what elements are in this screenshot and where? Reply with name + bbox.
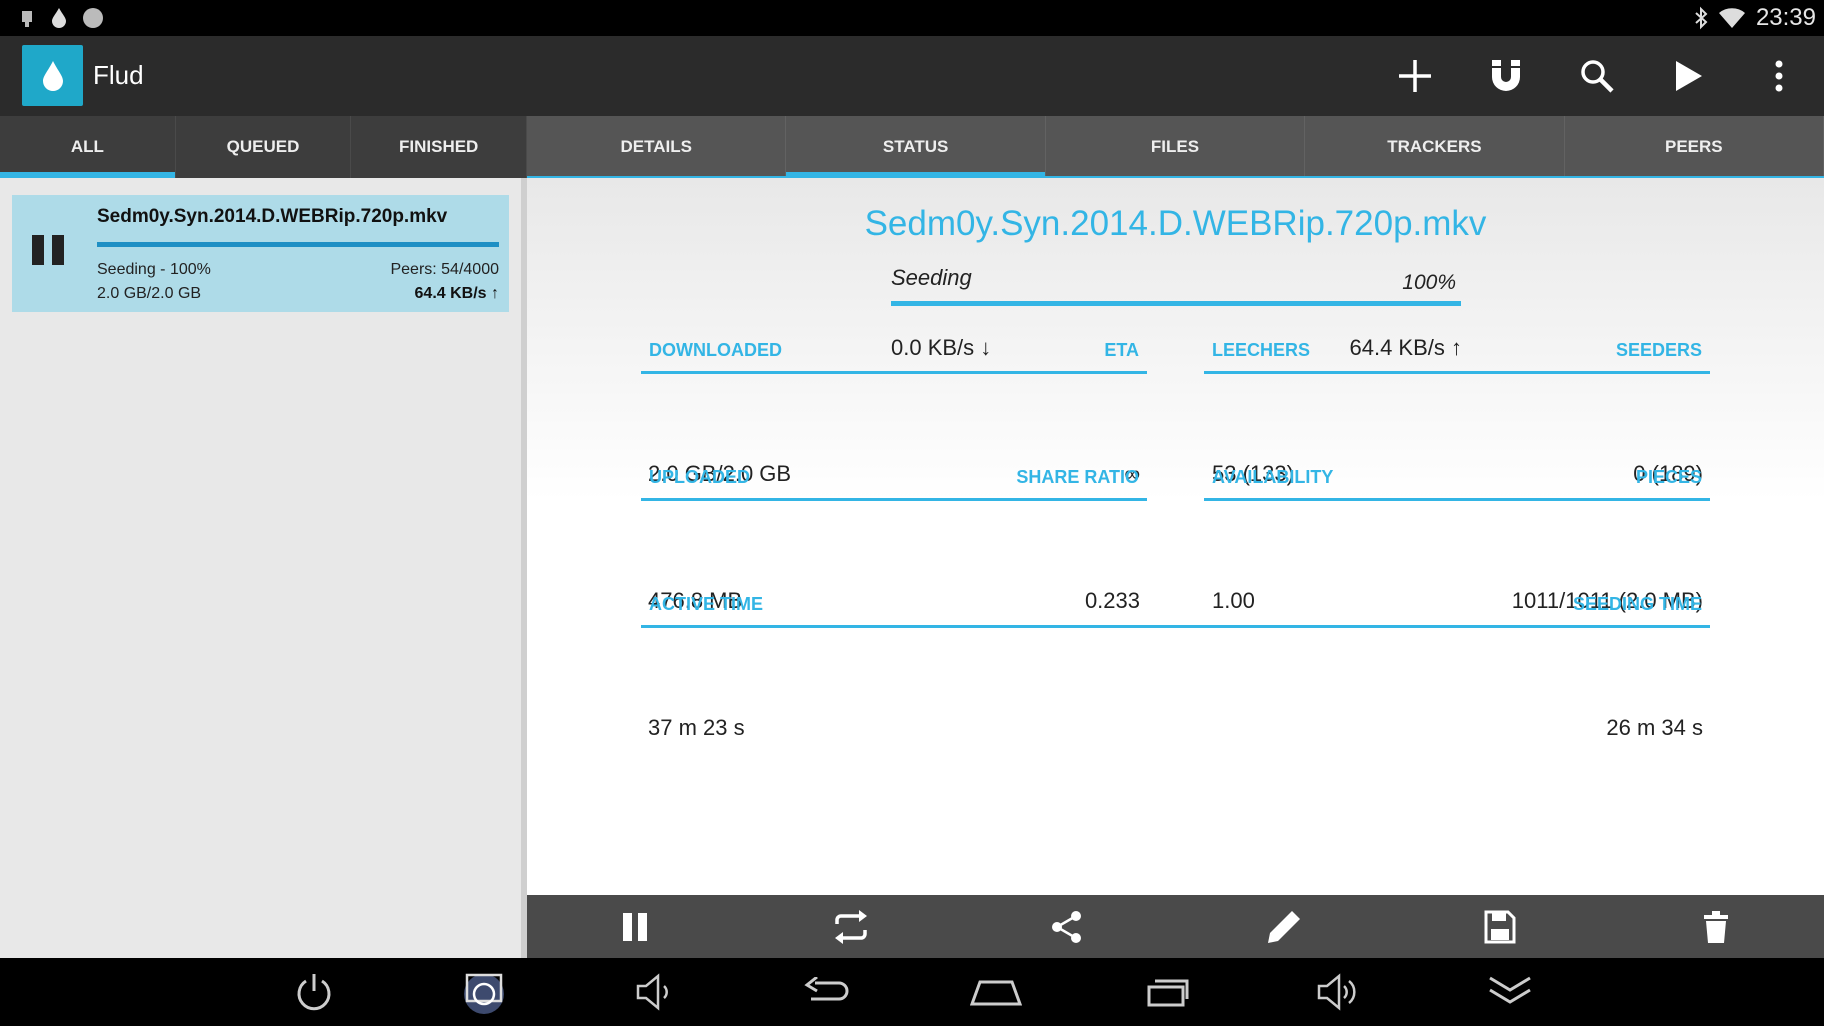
tab-status[interactable]: STATUS <box>786 116 1046 178</box>
save-icon <box>1484 910 1516 943</box>
volume-down-icon <box>636 973 668 1011</box>
active-time-label: ACTIVE TIME <box>649 594 764 614</box>
volume-down-button[interactable] <box>619 962 691 1022</box>
bluetooth-icon <box>1695 6 1708 30</box>
recheck-button[interactable] <box>811 897 891 957</box>
tab-queued[interactable]: QUEUED <box>176 116 352 178</box>
back-icon <box>804 977 849 1001</box>
home-icon <box>970 980 1022 1006</box>
magnet-icon <box>1491 60 1520 91</box>
power-icon <box>297 974 331 1011</box>
volume-up-icon <box>1317 973 1356 1011</box>
torrent-list: Sedm0y.Syn.2014.D.WEBRip.720p.mkv Seedin… <box>0 178 521 958</box>
list-tabs: ALL QUEUED FINISHED <box>0 116 528 178</box>
delete-icon <box>1703 910 1728 943</box>
play-icon <box>1675 61 1702 91</box>
circle-icon <box>83 8 103 28</box>
share-icon <box>1052 910 1082 943</box>
tab-trackers[interactable]: TRACKERS <box>1305 116 1565 178</box>
search-icon <box>1580 60 1614 93</box>
recents-icon <box>1147 979 1189 1007</box>
resume-all-button[interactable] <box>1642 36 1733 116</box>
tab-peers[interactable]: PEERS <box>1565 116 1824 178</box>
power-button[interactable] <box>278 962 350 1022</box>
share-ratio-label: SHARE RATIO <box>1016 467 1139 487</box>
detail-title: Sedm0y.Syn.2014.D.WEBRip.720p.mkv <box>864 204 1487 243</box>
pieces-label: PIECES <box>1635 467 1702 487</box>
detail-tabs: DETAILS STATUS FILES TRACKERS PEERS <box>527 116 1824 178</box>
tab-details[interactable]: DETAILS <box>527 116 787 178</box>
edit-icon <box>1267 910 1300 943</box>
share-button[interactable] <box>1027 897 1107 957</box>
app-logo[interactable] <box>22 45 83 106</box>
seeding-time-label: SEEDING TIME <box>1572 594 1702 614</box>
home-button[interactable] <box>960 962 1032 1022</box>
app-title: Flud <box>93 60 144 90</box>
tab-finished[interactable]: FINISHED <box>351 116 528 178</box>
search-button[interactable] <box>1551 36 1642 116</box>
seeders-label: SEEDERS <box>1615 340 1702 360</box>
collapse-icon <box>1489 976 1531 1004</box>
leechers-label: LEECHERS <box>1212 340 1311 360</box>
pause-icon <box>623 912 648 941</box>
peers-header: LEECHERS SEEDERS <box>1204 324 1710 374</box>
eta-label: ETA <box>1104 340 1139 360</box>
torrent-toolbar <box>527 895 1824 958</box>
recheck-icon <box>835 909 868 944</box>
seeding-time-value: 26 m 34 s <box>1606 715 1703 740</box>
delete-button[interactable] <box>1676 897 1756 957</box>
drop-icon <box>42 60 63 91</box>
pause-button[interactable] <box>595 897 675 957</box>
torrent-peers: Peers: 54/4000 <box>390 261 499 278</box>
wifi-icon <box>1718 8 1745 28</box>
downloaded-header: DOWNLOADED ETA <box>641 324 1147 374</box>
action-bar: Flud <box>0 36 1824 116</box>
time-header: ACTIVE TIME SEEDING TIME <box>641 578 1710 628</box>
volume-up-button[interactable] <box>1302 962 1374 1022</box>
usb-icon <box>22 11 32 27</box>
screenshot-button[interactable] <box>448 962 520 1022</box>
collapse-button[interactable] <box>1474 962 1546 1022</box>
add-torrent-button[interactable] <box>1369 36 1460 116</box>
downloaded-label: DOWNLOADED <box>649 340 782 360</box>
back-button[interactable] <box>790 962 862 1022</box>
torrent-upload-speed: 64.4 KB/s ↑ <box>414 285 499 302</box>
status-bar: 23:39 <box>0 0 1824 36</box>
torrent-size: 2.0 GB/2.0 GB <box>97 285 202 302</box>
tab-files[interactable]: FILES <box>1046 116 1306 178</box>
availability-header: AVAILABILITY PIECES <box>1204 451 1710 501</box>
torrent-name: Sedm0y.Syn.2014.D.WEBRip.720p.mkv <box>97 206 448 227</box>
clock: 23:39 <box>1755 4 1816 31</box>
uploaded-header: UPLOADED SHARE RATIO <box>641 451 1147 501</box>
add-magnet-button[interactable] <box>1460 36 1551 116</box>
uploaded-label: UPLOADED <box>649 467 751 487</box>
system-nav-bar <box>0 958 1824 1026</box>
flud-drop-icon <box>52 8 66 28</box>
detail-progress-bar <box>891 301 1461 306</box>
torrent-status: Seeding - 100% <box>97 261 211 278</box>
torrent-progress-bar <box>97 242 499 247</box>
edit-button[interactable] <box>1244 897 1324 957</box>
availability-label: AVAILABILITY <box>1212 467 1334 487</box>
detail-percent: 100% <box>1402 271 1456 294</box>
overflow-menu-button[interactable] <box>1733 36 1824 116</box>
detail-state: Seeding <box>891 265 972 290</box>
save-button[interactable] <box>1460 897 1540 957</box>
recents-button[interactable] <box>1132 962 1204 1022</box>
list-item[interactable]: Sedm0y.Syn.2014.D.WEBRip.720p.mkv Seedin… <box>12 195 509 312</box>
screenshot-icon <box>464 973 504 1014</box>
status-panel: Sedm0y.Syn.2014.D.WEBRip.720p.mkv Seedin… <box>527 178 1824 895</box>
tab-all[interactable]: ALL <box>0 116 176 178</box>
pause-icon[interactable] <box>32 235 64 267</box>
add-icon <box>1398 60 1431 92</box>
active-time-value: 37 m 23 s <box>648 715 745 740</box>
overflow-menu-icon <box>1775 60 1782 92</box>
